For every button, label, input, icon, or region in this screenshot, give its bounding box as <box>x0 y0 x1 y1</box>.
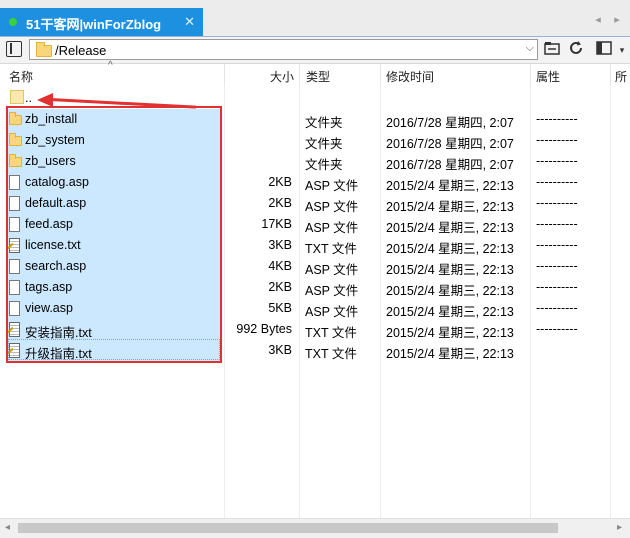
column-divider[interactable] <box>224 64 225 86</box>
file-attributes: ---------- <box>536 322 578 336</box>
scroll-right-icon[interactable]: ▸ <box>617 522 622 533</box>
view-dropdown-icon[interactable]: ▾ <box>612 40 630 60</box>
file-type: ASP 文件 <box>305 221 359 235</box>
file-attributes: ---------- <box>536 217 578 231</box>
file-type: ASP 文件 <box>305 179 359 193</box>
file-size: 3KB <box>268 343 292 357</box>
column-divider[interactable] <box>299 64 300 86</box>
file-attributes: ---------- <box>536 280 578 294</box>
file-size: 2KB <box>268 280 292 294</box>
file-modified: 2015/2/4 星期三, 22:13 <box>386 221 514 235</box>
horizontal-scrollbar[interactable]: ◂ ▸ <box>0 518 630 538</box>
file-type: TXT 文件 <box>305 347 357 361</box>
refresh-icon[interactable] <box>566 40 586 60</box>
path-toolbar: /Release ⌵ ▾ <box>0 37 630 64</box>
file-modified: 2015/2/4 星期三, 22:13 <box>386 200 514 214</box>
tab-title: 51干客网|winForZblog <box>26 17 162 32</box>
parent-directory-label: .. <box>25 91 32 105</box>
file-modified: 2015/2/4 星期三, 22:13 <box>386 305 514 319</box>
file-modified: 2015/2/4 星期三, 22:13 <box>386 347 514 361</box>
file-type: TXT 文件 <box>305 242 357 256</box>
file-size: 17KB <box>261 217 292 231</box>
file-modified: 2016/7/28 星期四, 2:07 <box>386 158 514 172</box>
file-type: 文件夹 <box>305 137 343 151</box>
file-size: 4KB <box>268 259 292 273</box>
path-input[interactable]: /Release ⌵ <box>29 39 538 60</box>
annotation-red-box <box>6 106 222 363</box>
column-attributes[interactable]: 属性 <box>536 68 560 85</box>
file-type: ASP 文件 <box>305 284 359 298</box>
file-attributes: ---------- <box>536 133 578 147</box>
file-type: 文件夹 <box>305 158 343 172</box>
chevron-down-icon[interactable]: ⌵ <box>526 42 534 55</box>
file-modified: 2015/2/4 星期三, 22:13 <box>386 242 514 256</box>
tab-prev-icon[interactable]: ◂ <box>591 13 605 27</box>
file-attributes: ---------- <box>536 175 578 189</box>
file-attributes: ---------- <box>536 154 578 168</box>
file-attributes: ---------- <box>536 301 578 315</box>
sidebar-toggle-icon[interactable] <box>6 41 22 57</box>
column-owner[interactable]: 所 <box>615 68 627 85</box>
path-text: /Release <box>55 43 107 58</box>
file-size: 2KB <box>268 175 292 189</box>
view-mode-icon[interactable] <box>594 40 614 60</box>
folder-open-icon[interactable] <box>542 40 562 60</box>
file-type: ASP 文件 <box>305 263 359 277</box>
column-divider[interactable] <box>610 64 611 86</box>
close-icon[interactable]: ✕ <box>184 14 195 30</box>
file-size: 2KB <box>268 196 292 210</box>
file-attributes: ---------- <box>536 196 578 210</box>
file-type: 文件夹 <box>305 116 343 130</box>
column-divider[interactable] <box>380 64 381 86</box>
column-header: ^ 名称 大小 类型 修改时间 属性 所 <box>0 60 630 86</box>
scroll-left-icon[interactable]: ◂ <box>5 522 10 533</box>
file-size: 3KB <box>268 238 292 252</box>
folder-icon <box>36 42 52 57</box>
file-modified: 2015/2/4 星期三, 22:13 <box>386 179 514 193</box>
sort-ascending-icon: ^ <box>108 60 113 71</box>
column-name[interactable]: 名称 <box>9 68 33 85</box>
file-size: 992 Bytes <box>236 322 292 336</box>
file-type: ASP 文件 <box>305 200 359 214</box>
annotation-arrow-head-icon <box>37 93 53 107</box>
tab-bar: 51干客网|winForZblog ✕ ◂ ▸ <box>0 0 630 37</box>
tab-next-icon[interactable]: ▸ <box>610 13 624 27</box>
file-modified: 2016/7/28 星期四, 2:07 <box>386 137 514 151</box>
scrollbar-thumb[interactable] <box>18 523 558 533</box>
column-type[interactable]: 类型 <box>306 68 330 85</box>
column-size[interactable]: 大小 <box>270 68 294 85</box>
file-modified: 2016/7/28 星期四, 2:07 <box>386 116 514 130</box>
connection-status-icon <box>9 18 17 26</box>
file-type: TXT 文件 <box>305 326 357 340</box>
file-modified: 2015/2/4 星期三, 22:13 <box>386 284 514 298</box>
file-modified: 2015/2/4 星期三, 22:13 <box>386 263 514 277</box>
file-attributes: ---------- <box>536 259 578 273</box>
file-type: ASP 文件 <box>305 305 359 319</box>
file-attributes: ---------- <box>536 112 578 126</box>
parent-folder-icon <box>10 90 24 104</box>
file-modified: 2015/2/4 星期三, 22:13 <box>386 326 514 340</box>
column-modified[interactable]: 修改时间 <box>386 68 434 85</box>
file-attributes: ---------- <box>536 238 578 252</box>
column-divider[interactable] <box>530 64 531 86</box>
tab-active[interactable]: 51干客网|winForZblog ✕ <box>0 8 203 36</box>
file-size: 5KB <box>268 301 292 315</box>
